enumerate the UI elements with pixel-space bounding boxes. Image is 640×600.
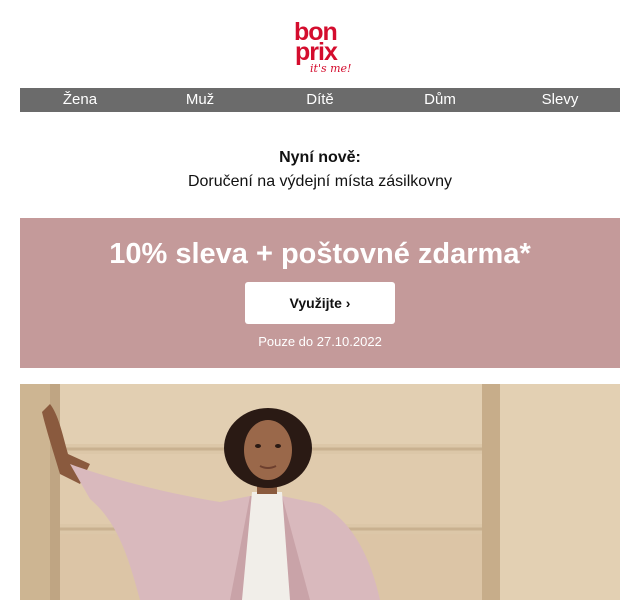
announcement-title: Nyní nově:: [279, 149, 361, 166]
main-nav: Žena Muž Dítě Dům Slevy: [20, 88, 620, 112]
announcement-text: Doručení na výdejní místa zásilkovny: [187, 173, 453, 190]
hero-image[interactable]: [20, 384, 620, 600]
nav-item-slevy[interactable]: Slevy: [500, 88, 620, 112]
promo-cta-button[interactable]: Využijte ›: [245, 282, 395, 324]
bonprix-logo[interactable]: bon prix it's me!: [270, 18, 370, 78]
email-page: bon prix it's me! Žena Muž Dítě Dům Slev…: [0, 0, 640, 600]
nav-item-dum[interactable]: Dům: [380, 88, 500, 112]
hero-illustration: [20, 384, 620, 600]
nav-item-zena[interactable]: Žena: [20, 88, 140, 112]
promo-headline: 10% sleva + poštovné zdarma*: [109, 238, 531, 270]
nav-item-muz[interactable]: Muž: [140, 88, 260, 112]
logo-tagline: it's me!: [310, 62, 352, 75]
nav-item-dite[interactable]: Dítě: [260, 88, 380, 112]
promo-validity-note: Pouze do 27.10.2022: [258, 334, 382, 349]
promo-banner: 10% sleva + poštovné zdarma* Využijte › …: [20, 218, 620, 368]
